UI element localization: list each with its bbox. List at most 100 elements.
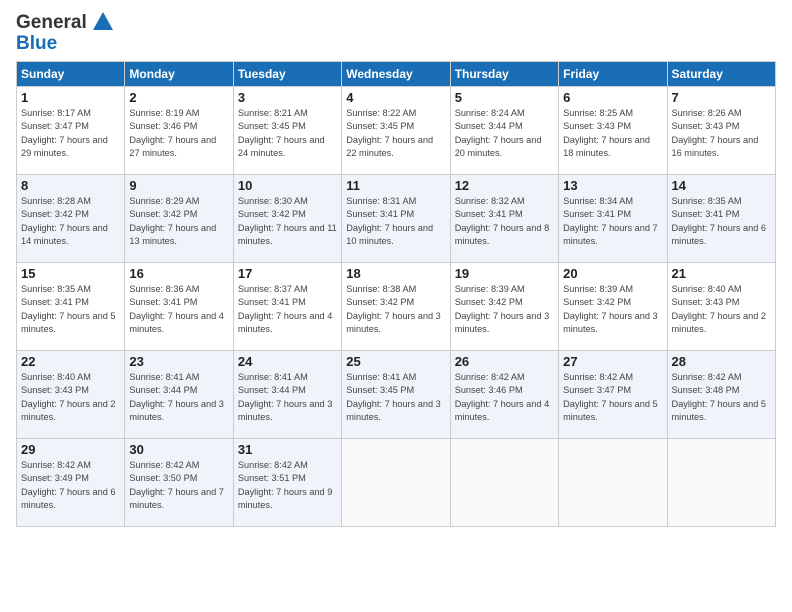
day-number: 5 (455, 90, 554, 105)
calendar-cell (667, 438, 775, 526)
day-info: Sunrise: 8:19 AMSunset: 3:46 PMDaylight:… (129, 107, 228, 160)
calendar-cell: 20 Sunrise: 8:39 AMSunset: 3:42 PMDaylig… (559, 262, 667, 350)
day-info: Sunrise: 8:35 AMSunset: 3:41 PMDaylight:… (672, 195, 771, 248)
calendar-cell: 21 Sunrise: 8:40 AMSunset: 3:43 PMDaylig… (667, 262, 775, 350)
calendar-cell: 23 Sunrise: 8:41 AMSunset: 3:44 PMDaylig… (125, 350, 233, 438)
calendar-cell: 28 Sunrise: 8:42 AMSunset: 3:48 PMDaylig… (667, 350, 775, 438)
day-number: 25 (346, 354, 445, 369)
day-info: Sunrise: 8:42 AMSunset: 3:49 PMDaylight:… (21, 459, 120, 512)
day-info: Sunrise: 8:24 AMSunset: 3:44 PMDaylight:… (455, 107, 554, 160)
day-number: 15 (21, 266, 120, 281)
weekday-wednesday: Wednesday (342, 61, 450, 86)
calendar-cell: 27 Sunrise: 8:42 AMSunset: 3:47 PMDaylig… (559, 350, 667, 438)
calendar-cell: 25 Sunrise: 8:41 AMSunset: 3:45 PMDaylig… (342, 350, 450, 438)
day-number: 12 (455, 178, 554, 193)
day-info: Sunrise: 8:37 AMSunset: 3:41 PMDaylight:… (238, 283, 337, 336)
day-number: 6 (563, 90, 662, 105)
calendar-cell: 31 Sunrise: 8:42 AMSunset: 3:51 PMDaylig… (233, 438, 341, 526)
logo-icon (89, 8, 117, 36)
logo: General Blue (16, 10, 117, 55)
day-info: Sunrise: 8:29 AMSunset: 3:42 PMDaylight:… (129, 195, 228, 248)
day-number: 10 (238, 178, 337, 193)
day-number: 30 (129, 442, 228, 457)
day-number: 29 (21, 442, 120, 457)
day-info: Sunrise: 8:21 AMSunset: 3:45 PMDaylight:… (238, 107, 337, 160)
day-info: Sunrise: 8:39 AMSunset: 3:42 PMDaylight:… (563, 283, 662, 336)
calendar-cell: 15 Sunrise: 8:35 AMSunset: 3:41 PMDaylig… (17, 262, 125, 350)
day-info: Sunrise: 8:32 AMSunset: 3:41 PMDaylight:… (455, 195, 554, 248)
weekday-monday: Monday (125, 61, 233, 86)
day-info: Sunrise: 8:34 AMSunset: 3:41 PMDaylight:… (563, 195, 662, 248)
day-info: Sunrise: 8:42 AMSunset: 3:47 PMDaylight:… (563, 371, 662, 424)
day-number: 3 (238, 90, 337, 105)
day-number: 13 (563, 178, 662, 193)
day-number: 18 (346, 266, 445, 281)
day-number: 22 (21, 354, 120, 369)
day-number: 2 (129, 90, 228, 105)
day-number: 24 (238, 354, 337, 369)
day-number: 14 (672, 178, 771, 193)
day-number: 20 (563, 266, 662, 281)
calendar-cell: 9 Sunrise: 8:29 AMSunset: 3:42 PMDayligh… (125, 174, 233, 262)
calendar-cell: 2 Sunrise: 8:19 AMSunset: 3:46 PMDayligh… (125, 86, 233, 174)
day-number: 26 (455, 354, 554, 369)
calendar-cell: 10 Sunrise: 8:30 AMSunset: 3:42 PMDaylig… (233, 174, 341, 262)
day-number: 1 (21, 90, 120, 105)
day-number: 28 (672, 354, 771, 369)
weekday-sunday: Sunday (17, 61, 125, 86)
day-number: 8 (21, 178, 120, 193)
calendar-cell: 17 Sunrise: 8:37 AMSunset: 3:41 PMDaylig… (233, 262, 341, 350)
weekday-tuesday: Tuesday (233, 61, 341, 86)
calendar-cell: 6 Sunrise: 8:25 AMSunset: 3:43 PMDayligh… (559, 86, 667, 174)
day-number: 7 (672, 90, 771, 105)
calendar-cell (559, 438, 667, 526)
calendar-cell: 7 Sunrise: 8:26 AMSunset: 3:43 PMDayligh… (667, 86, 775, 174)
day-info: Sunrise: 8:36 AMSunset: 3:41 PMDaylight:… (129, 283, 228, 336)
calendar-cell: 5 Sunrise: 8:24 AMSunset: 3:44 PMDayligh… (450, 86, 558, 174)
calendar-cell: 8 Sunrise: 8:28 AMSunset: 3:42 PMDayligh… (17, 174, 125, 262)
day-number: 23 (129, 354, 228, 369)
day-info: Sunrise: 8:28 AMSunset: 3:42 PMDaylight:… (21, 195, 120, 248)
calendar-cell: 4 Sunrise: 8:22 AMSunset: 3:45 PMDayligh… (342, 86, 450, 174)
logo-blue: Blue (16, 34, 117, 55)
week-row-5: 29 Sunrise: 8:42 AMSunset: 3:49 PMDaylig… (17, 438, 776, 526)
day-info: Sunrise: 8:30 AMSunset: 3:42 PMDaylight:… (238, 195, 337, 248)
day-number: 27 (563, 354, 662, 369)
day-info: Sunrise: 8:35 AMSunset: 3:41 PMDaylight:… (21, 283, 120, 336)
calendar-cell: 11 Sunrise: 8:31 AMSunset: 3:41 PMDaylig… (342, 174, 450, 262)
weekday-header-row: SundayMondayTuesdayWednesdayThursdayFrid… (17, 61, 776, 86)
calendar-table: SundayMondayTuesdayWednesdayThursdayFrid… (16, 61, 776, 527)
calendar-cell: 16 Sunrise: 8:36 AMSunset: 3:41 PMDaylig… (125, 262, 233, 350)
calendar-cell: 24 Sunrise: 8:41 AMSunset: 3:44 PMDaylig… (233, 350, 341, 438)
calendar-cell: 26 Sunrise: 8:42 AMSunset: 3:46 PMDaylig… (450, 350, 558, 438)
day-number: 21 (672, 266, 771, 281)
calendar-cell: 30 Sunrise: 8:42 AMSunset: 3:50 PMDaylig… (125, 438, 233, 526)
day-info: Sunrise: 8:41 AMSunset: 3:44 PMDaylight:… (129, 371, 228, 424)
calendar-cell: 14 Sunrise: 8:35 AMSunset: 3:41 PMDaylig… (667, 174, 775, 262)
day-number: 19 (455, 266, 554, 281)
calendar-cell: 18 Sunrise: 8:38 AMSunset: 3:42 PMDaylig… (342, 262, 450, 350)
weekday-saturday: Saturday (667, 61, 775, 86)
day-number: 9 (129, 178, 228, 193)
calendar-cell: 29 Sunrise: 8:42 AMSunset: 3:49 PMDaylig… (17, 438, 125, 526)
weekday-friday: Friday (559, 61, 667, 86)
day-info: Sunrise: 8:31 AMSunset: 3:41 PMDaylight:… (346, 195, 445, 248)
calendar-cell: 13 Sunrise: 8:34 AMSunset: 3:41 PMDaylig… (559, 174, 667, 262)
day-info: Sunrise: 8:22 AMSunset: 3:45 PMDaylight:… (346, 107, 445, 160)
day-info: Sunrise: 8:38 AMSunset: 3:42 PMDaylight:… (346, 283, 445, 336)
day-info: Sunrise: 8:40 AMSunset: 3:43 PMDaylight:… (672, 283, 771, 336)
calendar-cell (450, 438, 558, 526)
day-number: 16 (129, 266, 228, 281)
calendar-cell: 12 Sunrise: 8:32 AMSunset: 3:41 PMDaylig… (450, 174, 558, 262)
day-info: Sunrise: 8:17 AMSunset: 3:47 PMDaylight:… (21, 107, 120, 160)
week-row-3: 15 Sunrise: 8:35 AMSunset: 3:41 PMDaylig… (17, 262, 776, 350)
day-number: 31 (238, 442, 337, 457)
calendar-cell: 19 Sunrise: 8:39 AMSunset: 3:42 PMDaylig… (450, 262, 558, 350)
calendar-cell: 22 Sunrise: 8:40 AMSunset: 3:43 PMDaylig… (17, 350, 125, 438)
weekday-thursday: Thursday (450, 61, 558, 86)
day-number: 4 (346, 90, 445, 105)
day-info: Sunrise: 8:42 AMSunset: 3:50 PMDaylight:… (129, 459, 228, 512)
header: General Blue (16, 10, 776, 55)
calendar-body: 1 Sunrise: 8:17 AMSunset: 3:47 PMDayligh… (17, 86, 776, 526)
day-info: Sunrise: 8:41 AMSunset: 3:44 PMDaylight:… (238, 371, 337, 424)
